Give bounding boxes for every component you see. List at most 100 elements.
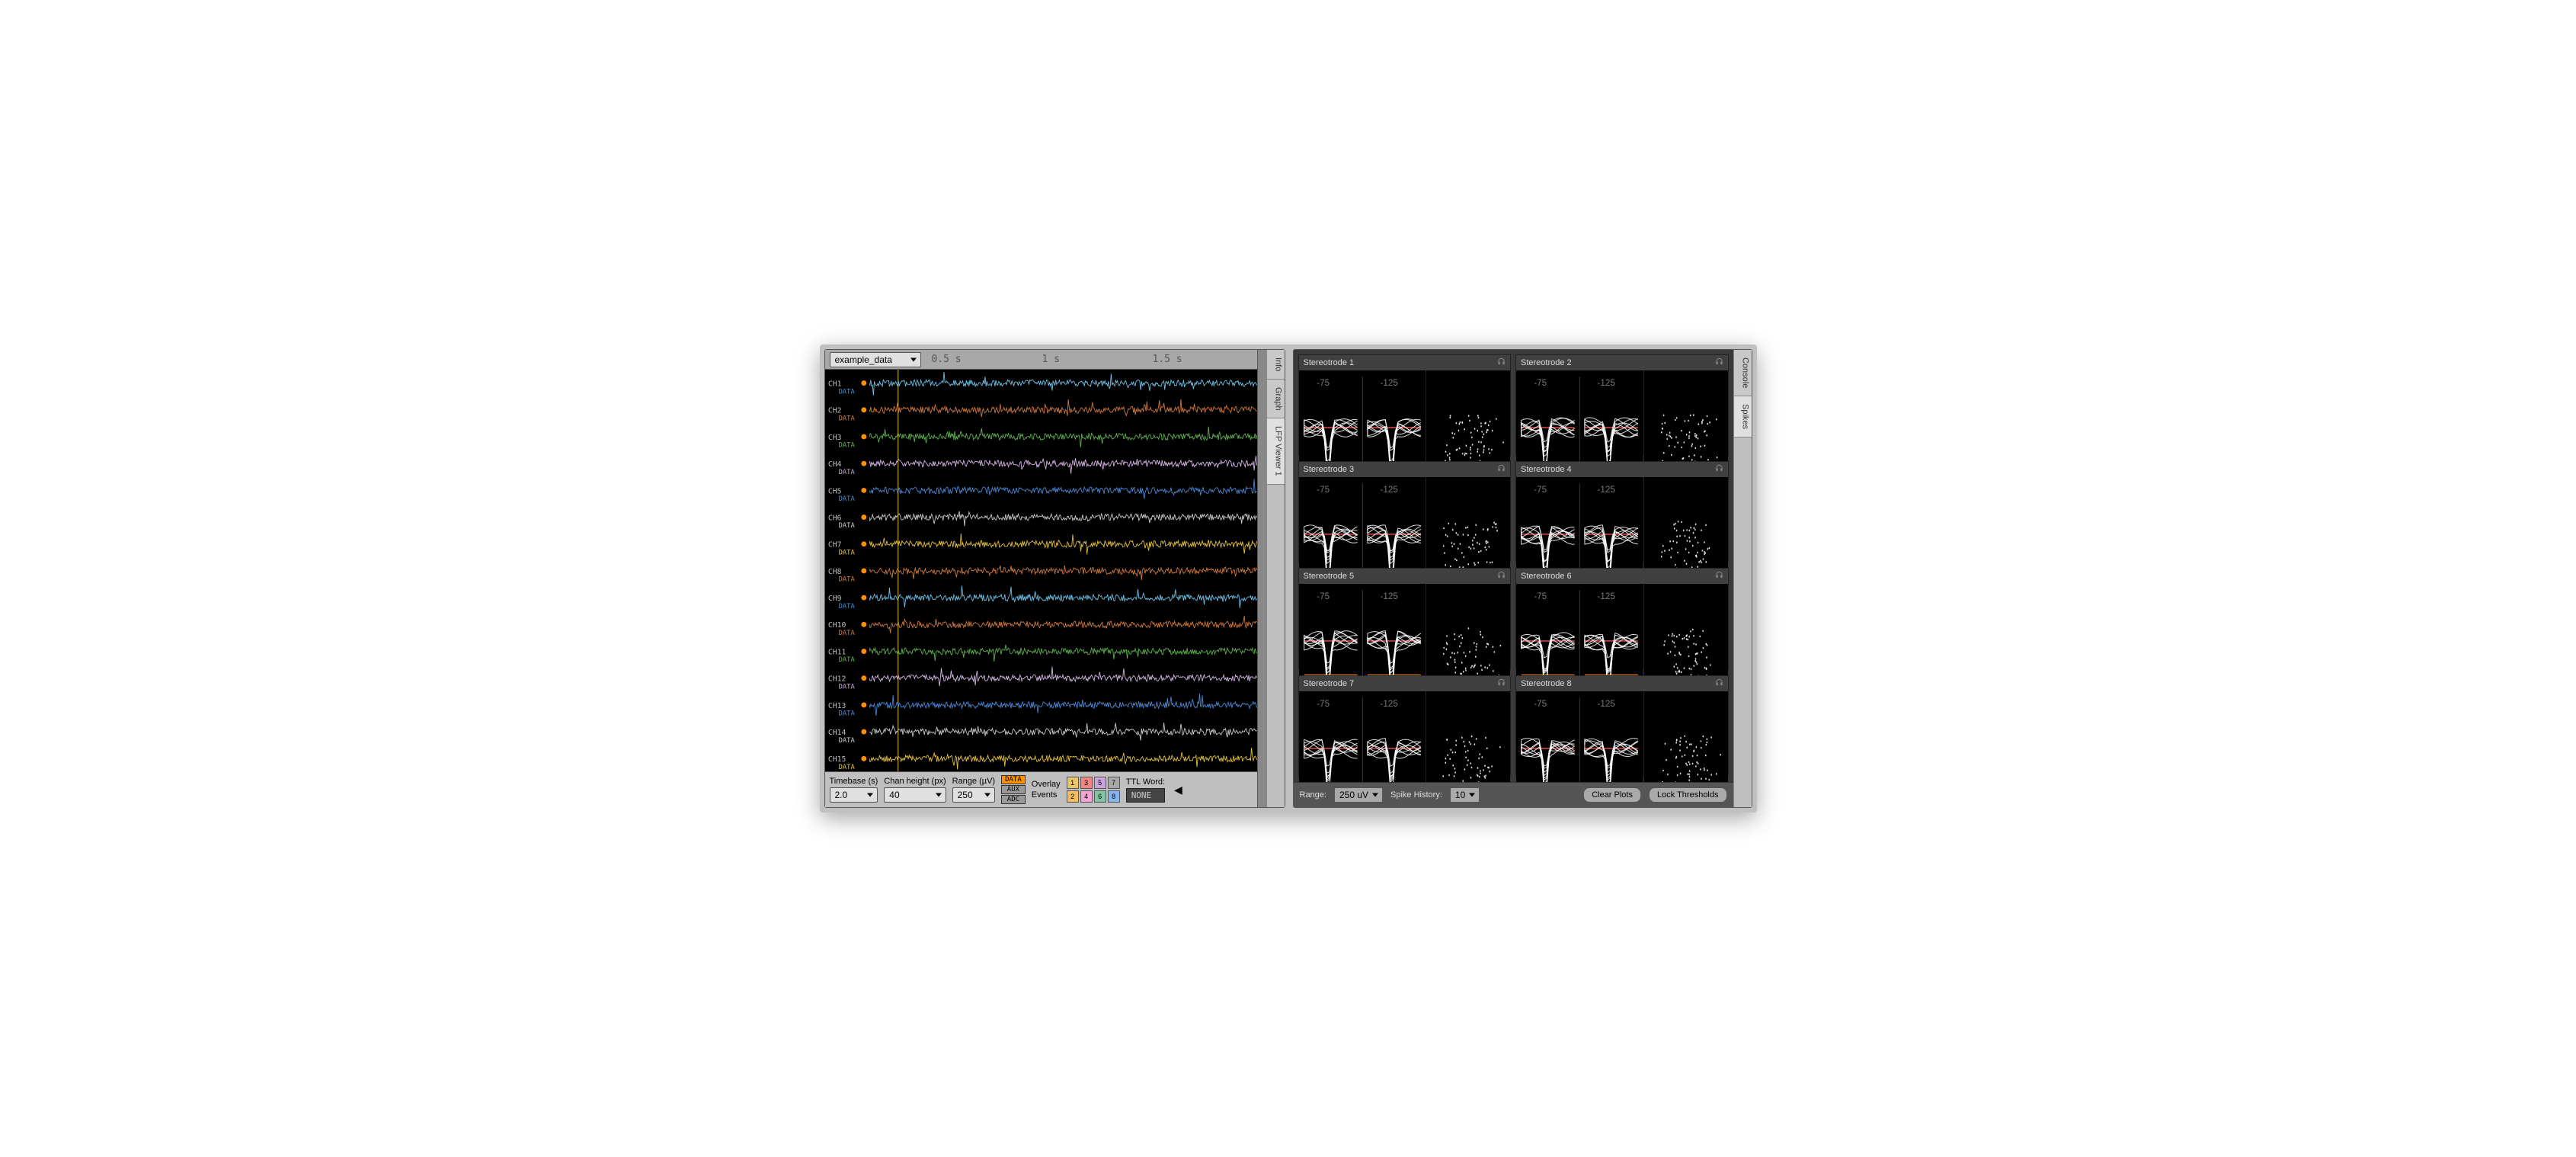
ttl-word-value: NONE [1126, 788, 1165, 803]
stereotrode-title: Stereotrode 3 [1304, 465, 1355, 474]
spike-projection-plot[interactable] [1643, 691, 1728, 782]
spike-viewer-panel: Stereotrode 1 -75-1257575 Stereotrode 2 … [1293, 349, 1752, 809]
svg-text:CH3: CH3 [827, 433, 841, 441]
stereotrode-tile-6[interactable]: Stereotrode 6 -75-1257575 [1515, 568, 1729, 669]
overlay-event-grid: 1357 2468 [1067, 777, 1120, 803]
svg-text:CH12: CH12 [827, 675, 846, 683]
headphone-icon[interactable] [1497, 464, 1506, 475]
headphone-icon[interactable] [1715, 678, 1723, 689]
app-root: example_data 0.5 s 1 s 1.5 s CH1DATACH2D… [820, 345, 1757, 813]
svg-text:CH13: CH13 [827, 701, 846, 710]
badge-adc[interactable]: ADC [1001, 795, 1026, 804]
svg-text:CH6: CH6 [827, 514, 841, 522]
chanheight-label: Chan height (px) [884, 777, 946, 786]
svg-text:-75: -75 [1317, 485, 1330, 495]
spike-plot-grid: Stereotrode 1 -75-1257575 Stereotrode 2 … [1294, 350, 1733, 783]
stereotrode-tile-7[interactable]: Stereotrode 7 -75-1257575 [1298, 675, 1512, 777]
svg-text:DATA: DATA [838, 441, 855, 449]
stereotrode-tile-1[interactable]: Stereotrode 1 -75-1257575 [1298, 354, 1512, 456]
headphone-icon[interactable] [1497, 357, 1506, 368]
svg-text:CH11: CH11 [827, 648, 846, 656]
dataset-select[interactable]: example_data [830, 352, 921, 367]
overlay-label: Overlay [1032, 780, 1061, 789]
stereotrode-tile-2[interactable]: Stereotrode 2 -75-1257575 [1515, 354, 1729, 456]
stereotrode-header: Stereotrode 7 [1299, 676, 1511, 691]
svg-text:-75: -75 [1317, 699, 1330, 709]
spike-projection-plot[interactable] [1426, 691, 1510, 782]
stereotrode-tile-5[interactable]: Stereotrode 5 -75-1257575 [1298, 568, 1512, 669]
svg-text:CH5: CH5 [827, 487, 841, 495]
svg-text:DATA: DATA [838, 602, 855, 610]
svg-text:CH7: CH7 [827, 540, 841, 549]
stereotrode-tile-3[interactable]: Stereotrode 3 -75-1257575 [1298, 461, 1512, 562]
tab-spikes[interactable]: Spikes [1734, 396, 1752, 437]
spike-range-select[interactable]: 250 uV [1334, 787, 1383, 803]
spike-history-label: Spike History: [1390, 790, 1442, 800]
svg-text:DATA: DATA [838, 710, 855, 717]
headphone-icon[interactable] [1497, 678, 1506, 689]
svg-text:-75: -75 [1534, 378, 1547, 388]
svg-text:CH15: CH15 [827, 755, 846, 764]
stereotrode-header: Stereotrode 5 [1299, 569, 1511, 584]
time-tick: 0.5 s [926, 354, 1036, 365]
svg-text:DATA: DATA [838, 549, 855, 556]
headphone-icon[interactable] [1715, 464, 1723, 475]
tab-info[interactable]: Info [1267, 350, 1285, 380]
svg-text:-75: -75 [1317, 378, 1330, 388]
badge-data[interactable]: DATA [1001, 775, 1026, 784]
time-tick: 1.5 s [1147, 354, 1257, 365]
stereotrode-header: Stereotrode 1 [1299, 355, 1511, 370]
overlay-event-3[interactable]: 3 [1080, 777, 1093, 789]
range-select[interactable]: 250 [952, 787, 995, 803]
lfp-trace-area[interactable]: CH1DATACH2DATACH3DATACH4DATACH5DATACH6DA… [825, 370, 1257, 772]
type-badges: DATA AUX ADC [1001, 775, 1026, 804]
spike-history-select[interactable]: 10 [1450, 787, 1480, 803]
svg-text:DATA: DATA [838, 415, 855, 422]
stereotrode-header: Stereotrode 6 [1516, 569, 1728, 584]
headphone-icon[interactable] [1715, 357, 1723, 368]
stereotrode-tile-4[interactable]: Stereotrode 4 -75-1257575 [1515, 461, 1729, 562]
tab-lfp-viewer[interactable]: LFP Viewer 1 [1267, 418, 1285, 485]
stereotrode-tile-8[interactable]: Stereotrode 8 -75-1257575 [1515, 675, 1729, 777]
spike-side-tabs: Console Spikes [1733, 350, 1752, 808]
range-label: Range (µV) [952, 777, 995, 786]
lfp-footer: Timebase (s) 2.0 Chan height (px) 40 Ran… [825, 771, 1257, 807]
lfp-scrollbar[interactable] [1257, 350, 1266, 808]
pause-icon[interactable]: ◀ [1171, 784, 1186, 796]
svg-text:-125: -125 [1598, 699, 1615, 709]
overlay-event-1[interactable]: 1 [1067, 777, 1079, 789]
svg-text:-75: -75 [1534, 699, 1547, 709]
ttl-label: TTL Word: [1126, 777, 1165, 787]
svg-text:DATA: DATA [838, 575, 855, 583]
timescale-labels: 0.5 s 1 s 1.5 s [926, 350, 1257, 369]
overlay-event-5[interactable]: 5 [1094, 777, 1106, 789]
stereotrode-title: Stereotrode 6 [1521, 572, 1572, 581]
overlay-event-2[interactable]: 2 [1067, 790, 1079, 803]
tab-console[interactable]: Console [1734, 350, 1752, 396]
overlay-event-4[interactable]: 4 [1080, 790, 1093, 803]
spike-waveform-plot[interactable]: -75-1257575 [1516, 691, 1643, 782]
svg-text:CH14: CH14 [827, 729, 846, 737]
tab-graph[interactable]: Graph [1267, 380, 1285, 419]
stereotrode-title: Stereotrode 5 [1304, 572, 1355, 581]
overlay-event-8[interactable]: 8 [1108, 790, 1120, 803]
overlay-event-7[interactable]: 7 [1108, 777, 1120, 789]
headphone-icon[interactable] [1715, 571, 1723, 582]
lock-thresholds-button[interactable]: Lock Thresholds [1649, 787, 1727, 803]
timebase-select[interactable]: 2.0 [830, 787, 878, 803]
stereotrode-header: Stereotrode 2 [1516, 355, 1728, 370]
chanheight-select[interactable]: 40 [884, 787, 946, 803]
badge-aux[interactable]: AUX [1001, 785, 1026, 794]
svg-text:-125: -125 [1380, 591, 1397, 601]
svg-text:-75: -75 [1317, 591, 1330, 601]
stereotrode-title: Stereotrode 2 [1521, 358, 1572, 367]
spike-waveform-plot[interactable]: -75-1257575 [1299, 691, 1426, 782]
stereotrode-title: Stereotrode 7 [1304, 679, 1355, 688]
clear-plots-button[interactable]: Clear Plots [1583, 787, 1641, 803]
overlay-event-6[interactable]: 6 [1094, 790, 1106, 803]
stereotrode-header: Stereotrode 3 [1299, 462, 1511, 477]
svg-text:CH2: CH2 [827, 406, 841, 415]
svg-text:-125: -125 [1598, 485, 1615, 495]
lfp-header: example_data 0.5 s 1 s 1.5 s [825, 350, 1257, 370]
headphone-icon[interactable] [1497, 571, 1506, 582]
